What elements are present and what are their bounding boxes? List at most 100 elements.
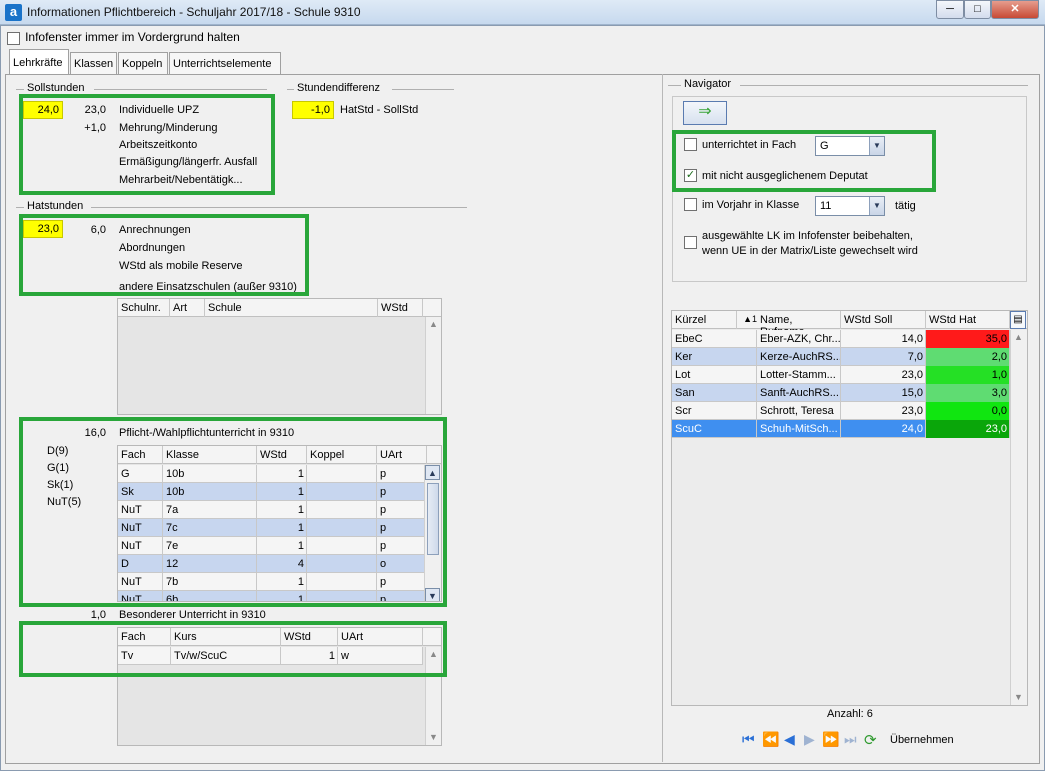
scroll-up-icon[interactable]: ▲ (426, 317, 441, 332)
keep-foreground-label: Infofenster immer im Vordergrund halten (25, 30, 240, 44)
cell-kuerzel: Scr (672, 402, 757, 420)
keep-foreground-checkbox[interactable]: Infofenster immer im Vordergrund halten (7, 30, 240, 45)
scroll-down-icon[interactable]: ▼ (426, 730, 441, 745)
cell-name: Eber-AZK, Chr... (757, 330, 841, 348)
minimize-button[interactable]: ─ (936, 0, 964, 19)
column-chooser-icon[interactable]: ▤ (1010, 311, 1026, 329)
cell-soll: 24,0 (841, 420, 926, 438)
taetig-label: tätig (895, 200, 916, 212)
cell-kuerzel: ScuC (672, 420, 757, 438)
tab-label: Klassen (74, 58, 114, 70)
cell-soll: 23,0 (841, 402, 926, 420)
close-button[interactable]: ✕ (991, 0, 1039, 19)
teacher-list[interactable]: Kürzel ▲1 Name, Rufname WStd Soll WStd H… (671, 310, 1028, 706)
keep-selection-label: ausgewählte LK im Infofenster beibehalte… (702, 230, 913, 242)
scrollbar[interactable]: ▲ (425, 317, 441, 414)
maximize-button[interactable]: □ (964, 0, 991, 19)
cell-kuerzel: Lot (672, 366, 757, 384)
scroll-down-icon[interactable]: ▼ (1011, 690, 1026, 705)
apply-button[interactable]: Übernehmen (890, 734, 954, 746)
app-icon: a (5, 4, 22, 21)
keep-selection-label: wenn UE in der Matrix/Liste gewechselt w… (702, 245, 918, 257)
next-record-icon[interactable]: ▶ (804, 731, 815, 748)
stundendifferenz-value: -1,0 (292, 101, 334, 119)
column-header[interactable]: Schule (205, 299, 378, 317)
pflicht-highlight (19, 417, 447, 607)
stundendifferenz-label: HatStd - SollStd (340, 104, 419, 116)
tab-label: Unterrichtselemente (173, 58, 272, 70)
column-header-kuerzel[interactable]: Kürzel (672, 311, 737, 329)
besonderer-highlight (19, 621, 447, 677)
cell-hat: 35,0 (926, 330, 1010, 348)
checkbox-icon[interactable] (684, 236, 697, 249)
checkbox-icon[interactable] (7, 31, 20, 45)
cell-hat: 0,0 (926, 402, 1010, 420)
tab-unterrichtselemente[interactable]: Unterrichtselemente (169, 52, 281, 74)
cell-name: Kerze-AuchRS... (757, 348, 841, 366)
sort-asc-icon[interactable]: ▲1 (737, 311, 757, 329)
teacher-rows: EbeC Eber-AZK, Chr... 14,0 35,0 Ker Kerze-Auc… (672, 330, 1010, 442)
cell-kuerzel: San (672, 384, 757, 402)
vorjahr-label: im Vorjahr in Klasse (702, 199, 800, 211)
vorjahr-checkbox[interactable] (684, 198, 697, 211)
vorjahr-select[interactable]: 11 ▼ (815, 196, 885, 216)
cell-name: Schuh-MitSch... (757, 420, 841, 438)
prev-page-icon[interactable]: ⏪ (762, 731, 779, 748)
cell-soll: 23,0 (841, 366, 926, 384)
cell-name: Schrott, Teresa (757, 402, 841, 420)
cell-soll: 14,0 (841, 330, 926, 348)
column-header-name[interactable]: Name, Rufname (757, 311, 841, 338)
navigator-header: Navigator (684, 78, 732, 90)
table-row[interactable]: San Sanft-AuchRS... 15,0 3,0 (672, 384, 1010, 402)
stundendifferenz-header: Stundendifferenz (297, 82, 380, 94)
tab-klassen[interactable]: Klassen (70, 52, 117, 74)
count-label: Anzahl: 6 (827, 708, 873, 720)
cell-name: Lotter-Stamm... (757, 366, 841, 384)
last-record-icon[interactable]: ⏭ (844, 731, 857, 748)
chevron-down-icon[interactable]: ▼ (869, 197, 884, 215)
cell-hat: 3,0 (926, 384, 1010, 402)
table-row[interactable]: Ker Kerze-AuchRS... 7,0 2,0 (672, 348, 1010, 366)
table-row[interactable]: Scr Schrott, Teresa 23,0 0,0 (672, 402, 1010, 420)
next-page-icon[interactable]: ⏩ (822, 731, 839, 748)
tab-koppeln[interactable]: Koppeln (118, 52, 168, 74)
sollstunden-header: Sollstunden (27, 82, 85, 94)
tab-label: Koppeln (122, 58, 163, 70)
sollstunden-highlight (19, 94, 275, 195)
column-header[interactable]: Art (170, 299, 205, 317)
cell-soll: 15,0 (841, 384, 926, 402)
besonderer-label: Besonderer Unterricht in 9310 (119, 609, 266, 621)
table-row[interactable]: Lot Lotter-Stamm... 23,0 1,0 (672, 366, 1010, 384)
hatstunden-header: Hatstunden (27, 200, 84, 212)
table-row[interactable]: EbeC Eber-AZK, Chr... 14,0 35,0 (672, 330, 1010, 348)
navigator-highlight (672, 130, 936, 192)
tab-lehrkraefte[interactable]: Lehrkräfte (9, 49, 69, 75)
window-title: Informationen Pflichtbereich - Schuljahr… (27, 5, 361, 19)
cell-kuerzel: Ker (672, 348, 757, 366)
cell-name: Sanft-AuchRS... (757, 384, 841, 402)
checkbox-icon[interactable] (684, 198, 697, 211)
column-header-soll[interactable]: WStd Soll (841, 311, 926, 329)
vorjahr-select-value: 11 (820, 200, 832, 212)
schools-grid[interactable]: Schulnr. Art Schule WStd ▲ (117, 298, 442, 415)
scrollbar[interactable]: ▲ ▼ (1010, 330, 1027, 705)
cell-hat: 2,0 (926, 348, 1010, 366)
prev-record-icon[interactable]: ◀ (784, 731, 795, 748)
scroll-up-icon[interactable]: ▲ (1011, 330, 1026, 345)
cell-hat: 23,0 (926, 420, 1010, 438)
refresh-icon[interactable]: ⟳ (864, 731, 877, 749)
cell-kuerzel: EbeC (672, 330, 757, 348)
column-header[interactable]: WStd (378, 299, 423, 317)
column-header[interactable]: Schulnr. (118, 299, 170, 317)
arrow-right-icon: ⇒ (698, 103, 712, 120)
tab-label: Lehrkräfte (13, 57, 63, 69)
title-bar: a Informationen Pflichtbereich - Schulja… (0, 0, 1045, 25)
cell-soll: 7,0 (841, 348, 926, 366)
besonderer-value: 1,0 (90, 609, 106, 621)
column-header-hat[interactable]: WStd Hat (926, 311, 1010, 329)
keep-selection-checkbox[interactable] (684, 236, 697, 249)
first-record-icon[interactable]: ⏮ (742, 731, 755, 748)
table-row-selected[interactable]: ScuC Schuh-MitSch... 24,0 23,0 (672, 420, 1010, 438)
go-button[interactable]: ⇒ (683, 101, 727, 125)
cell-hat: 1,0 (926, 366, 1010, 384)
